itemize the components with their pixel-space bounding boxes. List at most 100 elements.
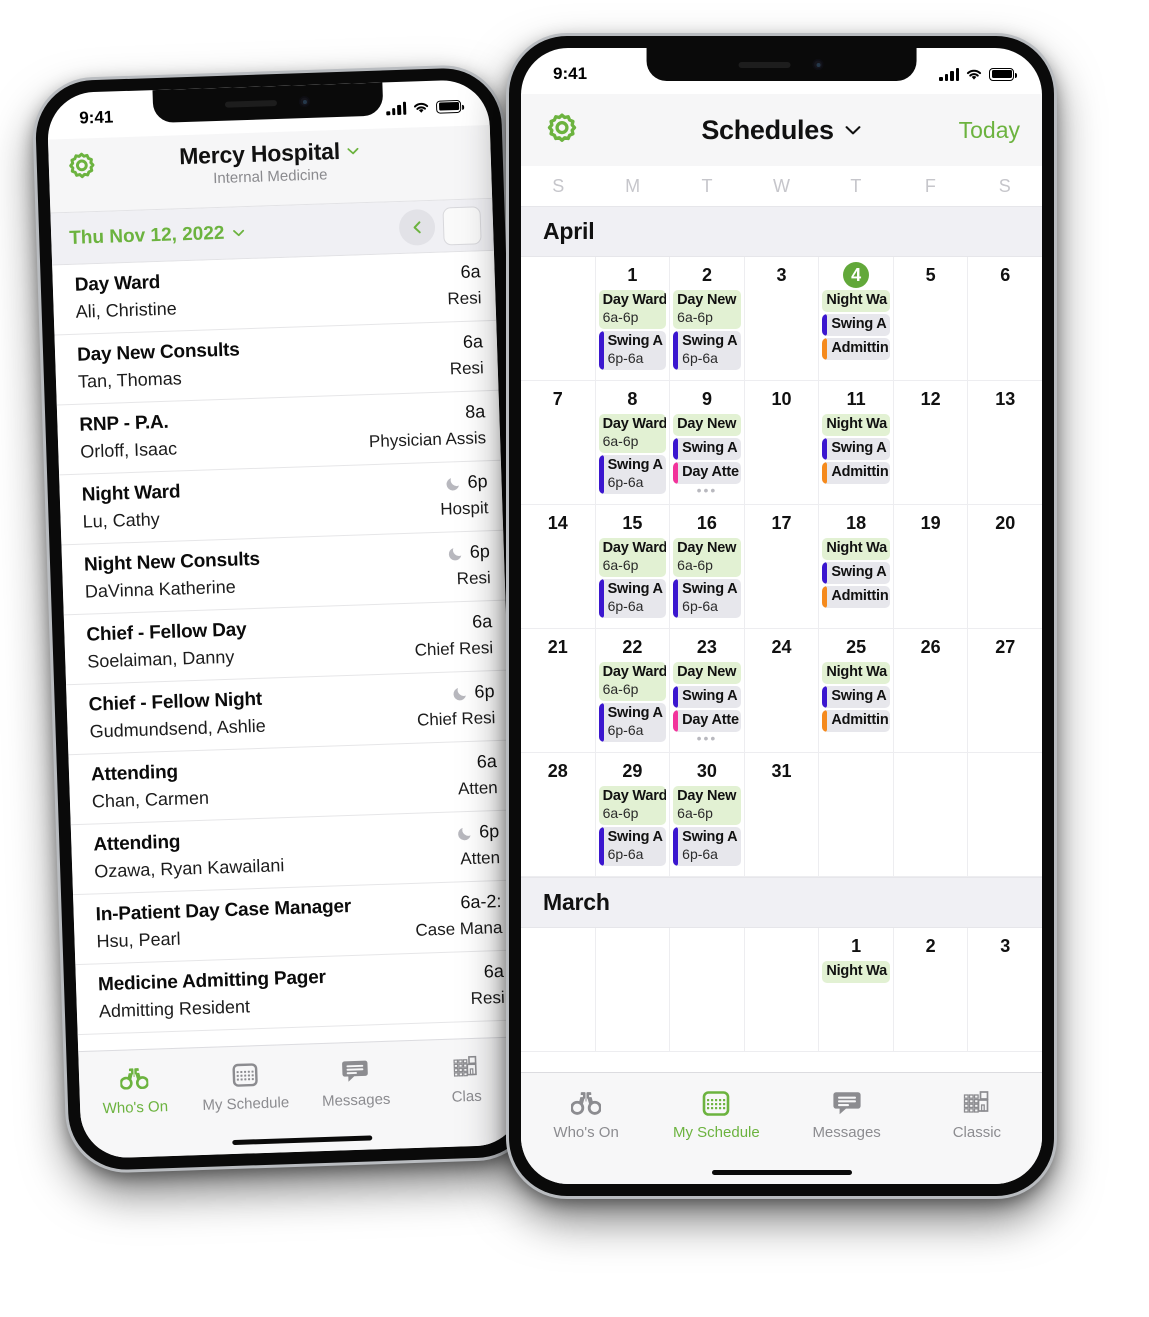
date-selector[interactable]: Thu Nov 12, 2022: [69, 222, 246, 250]
calendar-day-cell[interactable]: [893, 753, 969, 877]
schedule-chip[interactable]: Admittin: [822, 710, 890, 732]
calendar-day-cell[interactable]: 15 Day Ward 6a-6p Swing A 6p-6a: [595, 505, 671, 629]
schedule-chip[interactable]: Swing A: [822, 438, 890, 460]
more-events-indicator[interactable]: •••: [673, 731, 741, 745]
calendar-day-cell[interactable]: 27: [968, 629, 1042, 753]
schedule-chip[interactable]: Swing A 6p-6a: [598, 703, 667, 742]
schedule-chip[interactable]: Swing A 6p-6a: [598, 579, 667, 618]
calendar-day-cell[interactable]: 1 Night Wa: [819, 928, 894, 1052]
tab-messages[interactable]: Messages: [300, 1053, 412, 1111]
calendar-day-cell[interactable]: 1 Day Ward 6a-6p Swing A 6p-6a: [595, 257, 671, 381]
schedule-chip[interactable]: Night Wa: [822, 538, 890, 560]
schedule-chip[interactable]: Day Atte: [673, 710, 741, 732]
calendar-day-cell[interactable]: 9 Day New Swing A Day Atte •••: [670, 381, 745, 505]
whos-on-list[interactable]: Day Ward Ali, Christine 6a Resi Day New …: [52, 250, 520, 1052]
schedule-chip[interactable]: Night Wa: [822, 290, 890, 312]
more-events-indicator[interactable]: •••: [673, 483, 741, 497]
tab-my-schedule[interactable]: My Schedule: [189, 1057, 301, 1115]
tab-my-schedule[interactable]: My Schedule: [651, 1087, 781, 1141]
schedule-chip[interactable]: Swing A: [673, 438, 741, 460]
schedule-chip[interactable]: Night Wa: [822, 414, 890, 436]
calendar-day-cell[interactable]: [819, 753, 894, 877]
gear-icon[interactable]: [543, 111, 581, 149]
nav-title-block[interactable]: Mercy Hospital Internal Medicine: [64, 133, 475, 192]
calendar-day-cell[interactable]: [744, 928, 820, 1052]
schedule-chip[interactable]: Day Ward 6a-6p: [598, 786, 667, 825]
calendar-day-cell[interactable]: [595, 928, 671, 1052]
calendar-day-cell[interactable]: 7: [521, 381, 596, 505]
schedule-chip[interactable]: Day Ward 6a-6p: [598, 290, 667, 329]
schedule-chip[interactable]: Swing A 6p-6a: [673, 827, 741, 866]
schedule-chip[interactable]: Swing A 6p-6a: [673, 579, 741, 618]
calendar-day-cell[interactable]: 31: [744, 753, 820, 877]
schedule-chip[interactable]: Day New 6a-6p: [673, 538, 741, 577]
calendar-day-cell[interactable]: 19: [893, 505, 969, 629]
calendar-day-cell[interactable]: 23 Day New Swing A Day Atte •••: [670, 629, 745, 753]
calendar-day-cell[interactable]: 25 Night Wa Swing A Admittin: [819, 629, 894, 753]
schedule-chip[interactable]: Swing A: [822, 314, 890, 336]
calendar-day-cell[interactable]: 22 Day Ward 6a-6p Swing A 6p-6a: [595, 629, 671, 753]
calendar-day-cell[interactable]: 21: [521, 629, 596, 753]
schedule-chip[interactable]: Day New 6a-6p: [673, 290, 741, 329]
calendar-scroll[interactable]: April 1 Day Ward 6a-6p Swing A 6p-6a 2 Day …: [521, 206, 1042, 1072]
today-button[interactable]: Today: [959, 117, 1020, 144]
calendar-day-cell[interactable]: 3: [968, 928, 1042, 1052]
schedule-chip[interactable]: Swing A: [822, 562, 890, 584]
prev-day-button[interactable]: [398, 208, 436, 246]
assignment-row[interactable]: Medicine Admitting Pager Admitting Resid…: [75, 950, 520, 1036]
tab-who-s-on[interactable]: Who's On: [521, 1087, 651, 1141]
schedule-chip[interactable]: Night Wa: [822, 961, 890, 983]
chip-color-bar: [673, 462, 679, 484]
calendar-day-cell[interactable]: 30 Day New 6a-6p Swing A 6p-6a: [670, 753, 745, 877]
calendar-day-cell[interactable]: 3: [744, 257, 820, 381]
calendar-day-cell[interactable]: 8 Day Ward 6a-6p Swing A 6p-6a: [595, 381, 671, 505]
tab-clas[interactable]: Clas: [410, 1049, 522, 1107]
calendar-day-cell[interactable]: 16 Day New 6a-6p Swing A 6p-6a: [670, 505, 745, 629]
schedule-chip[interactable]: Swing A: [673, 686, 741, 708]
schedule-chip[interactable]: Day Ward 6a-6p: [598, 662, 667, 701]
calendar-day-cell[interactable]: [670, 928, 745, 1052]
calendar-day-cell[interactable]: 10: [744, 381, 820, 505]
tab-classic[interactable]: Classic: [912, 1087, 1042, 1141]
schedule-chip[interactable]: Day Ward 6a-6p: [598, 538, 667, 577]
next-day-button[interactable]: [442, 205, 482, 246]
calendar-day-cell[interactable]: 6: [968, 257, 1042, 381]
calendar-day-cell[interactable]: 26: [893, 629, 969, 753]
tab-messages[interactable]: Messages: [782, 1087, 912, 1141]
tab-who-s-on[interactable]: Who's On: [79, 1060, 191, 1118]
calendar-day-cell[interactable]: 28: [521, 753, 596, 877]
schedule-chip[interactable]: Day New: [673, 414, 741, 436]
calendar-day-cell[interactable]: 24: [744, 629, 820, 753]
schedule-chip[interactable]: Swing A: [822, 686, 890, 708]
assignment-meta: 6a Resi: [439, 331, 485, 379]
calendar-day-cell[interactable]: 12: [893, 381, 969, 505]
schedule-chip[interactable]: Admittin: [822, 338, 890, 360]
schedule-chip[interactable]: Day Atte: [673, 462, 741, 484]
calendar-day-cell[interactable]: 2 Day New 6a-6p Swing A 6p-6a: [670, 257, 745, 381]
calendar-day-cell[interactable]: [521, 928, 596, 1052]
schedule-chip[interactable]: Admittin: [822, 586, 890, 608]
calendar-day-cell[interactable]: 2: [893, 928, 969, 1052]
calendar-day-cell[interactable]: 4 Night Wa Swing A Admittin: [819, 257, 894, 381]
calendar-day-cell[interactable]: 29 Day Ward 6a-6p Swing A 6p-6a: [595, 753, 671, 877]
calendar-day-cell[interactable]: 11 Night Wa Swing A Admittin: [819, 381, 894, 505]
schedule-chip[interactable]: Day New: [673, 662, 741, 684]
schedule-chip[interactable]: Day New 6a-6p: [673, 786, 741, 825]
chip-color-bar: [598, 827, 604, 866]
calendar-day-cell[interactable]: 20: [968, 505, 1042, 629]
schedule-chip[interactable]: Swing A 6p-6a: [598, 331, 667, 370]
chip-time: 6p-6a: [682, 350, 718, 366]
schedule-chip[interactable]: Admittin: [822, 462, 890, 484]
calendar-day-cell[interactable]: 17: [744, 505, 820, 629]
calendar-day-cell[interactable]: 14: [521, 505, 596, 629]
calendar-day-cell[interactable]: [968, 753, 1042, 877]
calendar-day-cell[interactable]: 18 Night Wa Swing A Admittin: [819, 505, 894, 629]
schedule-chip[interactable]: Day Ward 6a-6p: [598, 414, 667, 453]
calendar-day-cell[interactable]: [521, 257, 596, 381]
schedule-chip[interactable]: Swing A 6p-6a: [598, 827, 667, 866]
schedule-chip[interactable]: Swing A 6p-6a: [598, 455, 667, 494]
calendar-day-cell[interactable]: 5: [893, 257, 969, 381]
schedule-chip[interactable]: Night Wa: [822, 662, 890, 684]
calendar-day-cell[interactable]: 13: [968, 381, 1042, 505]
schedule-chip[interactable]: Swing A 6p-6a: [673, 331, 741, 370]
